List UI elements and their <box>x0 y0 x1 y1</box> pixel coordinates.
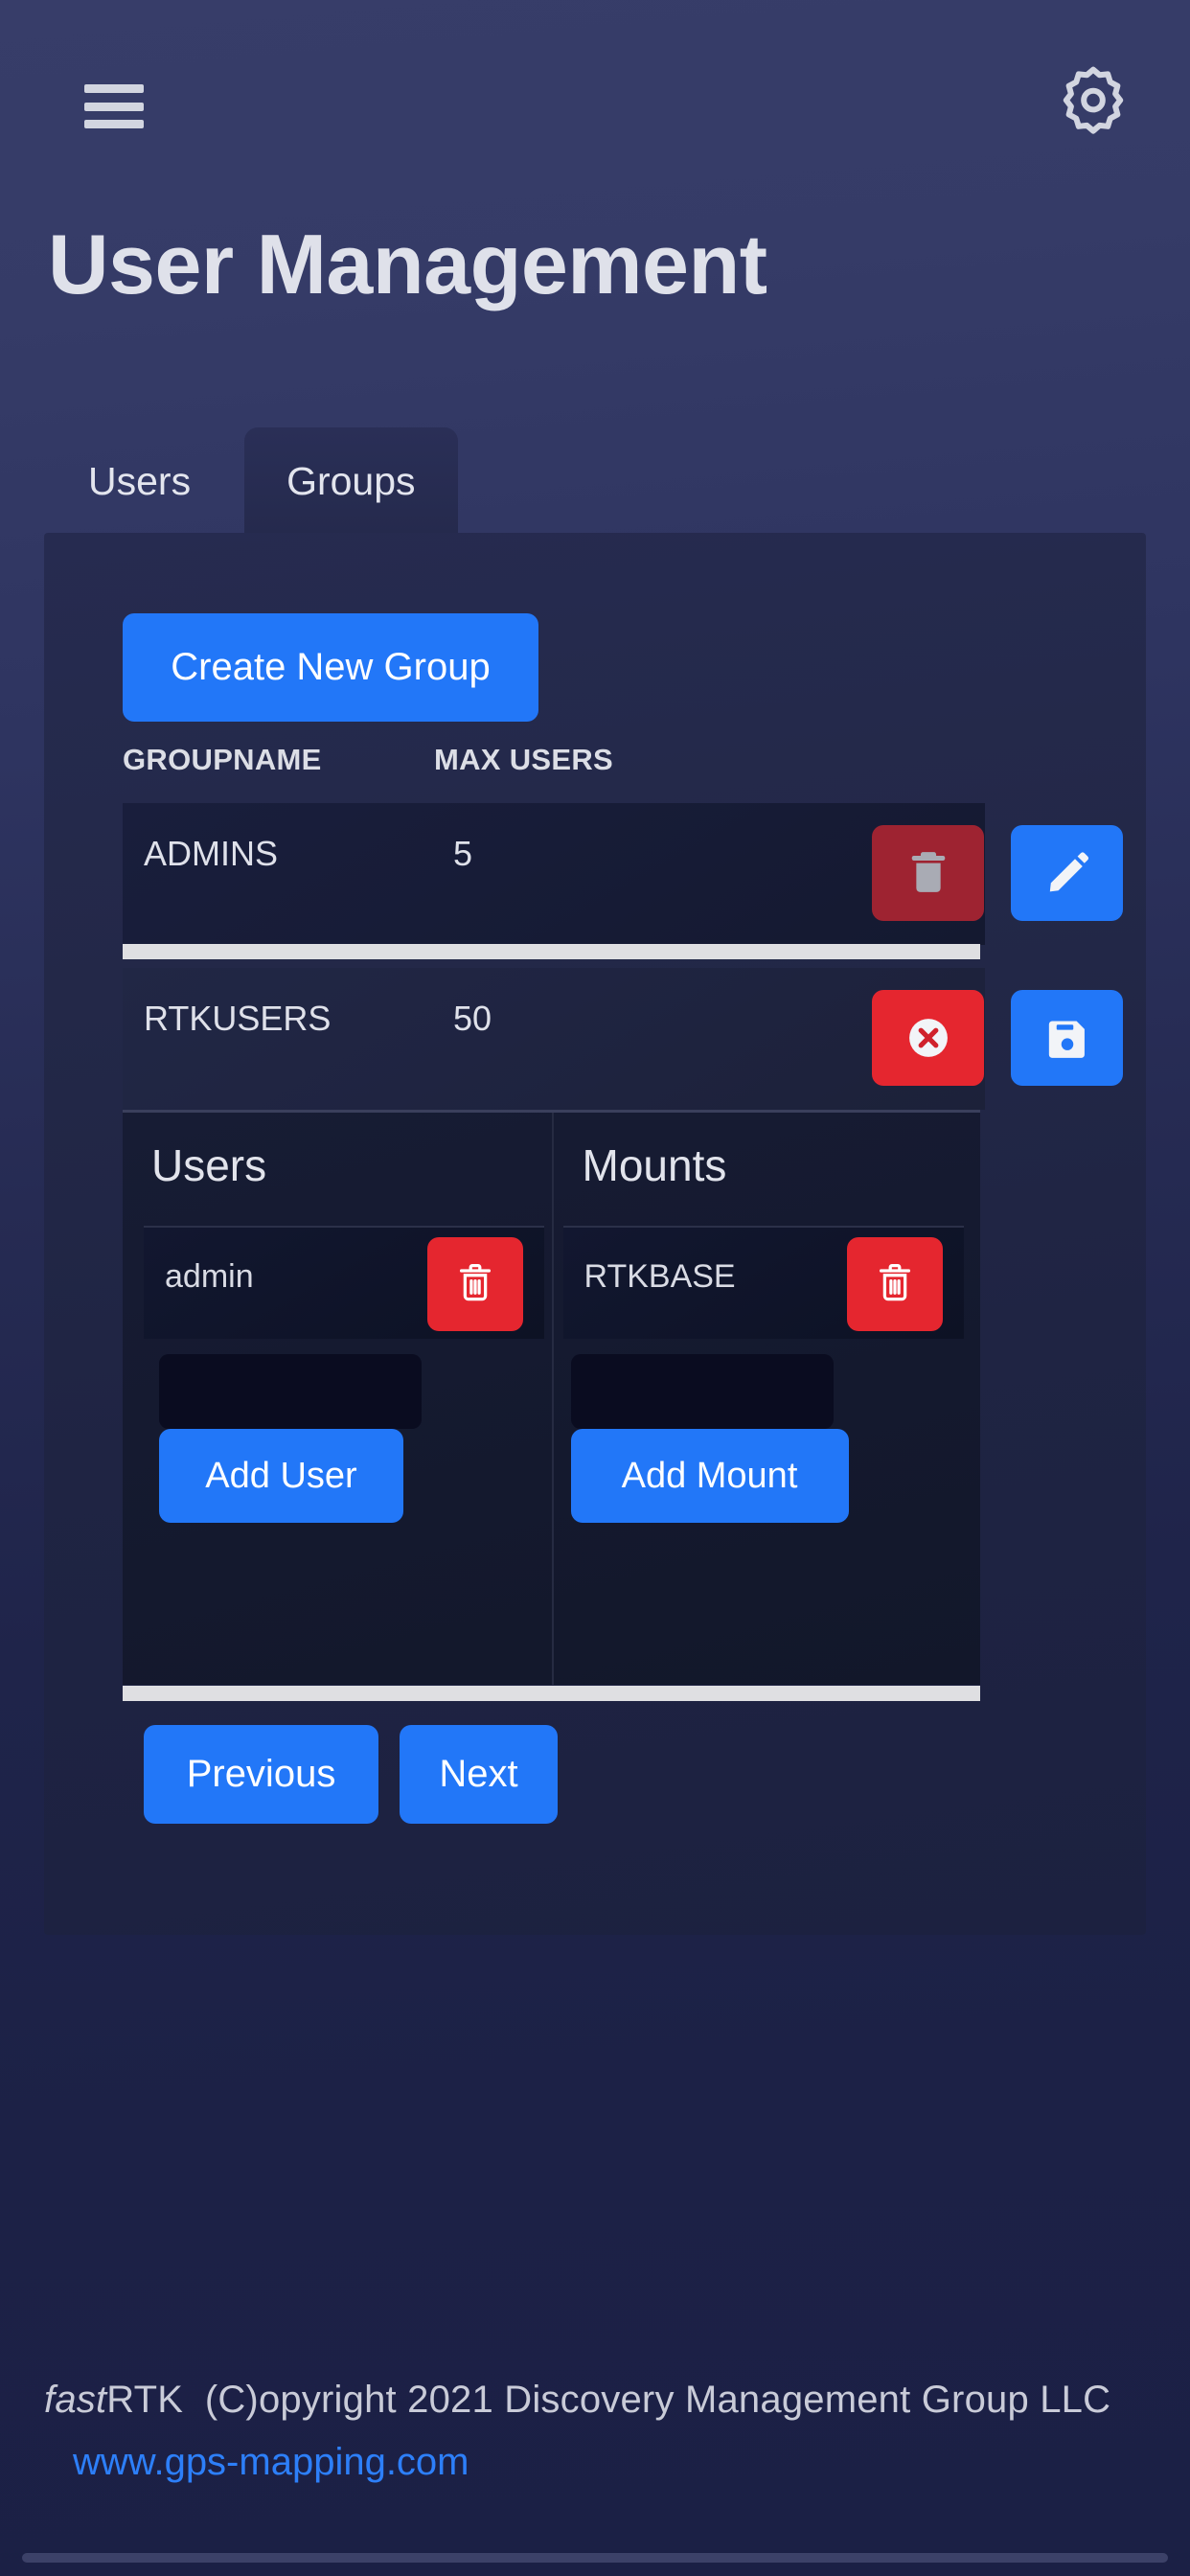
new-mount-input[interactable] <box>570 1354 834 1429</box>
delete-button[interactable] <box>872 825 984 921</box>
add-mount-button[interactable]: Add Mount <box>570 1429 849 1523</box>
x-circle-icon <box>904 1013 953 1063</box>
table-row[interactable]: RTKUSERS 50 <box>123 968 1123 1110</box>
row-actions <box>872 825 1123 921</box>
list-item[interactable]: RTKBASE <box>562 1226 964 1339</box>
footer: fastRTK (C)opyright 2021 Discovery Manag… <box>0 2379 1190 2484</box>
website-link[interactable]: www.gps-mapping.com <box>73 2441 469 2484</box>
trash-icon <box>875 1260 915 1309</box>
hamburger-bar <box>84 84 144 93</box>
previous-page-button[interactable]: Previous <box>144 1725 378 1824</box>
group-detail-panel: Users admin Add User Mounts RTKBASE Add … <box>123 1110 980 1685</box>
cell-groupname: RTKUSERS <box>144 999 332 1038</box>
page-title: User Management <box>48 217 767 311</box>
users-column-title: Users <box>151 1140 267 1190</box>
user-name: admin <box>165 1258 254 1295</box>
tab-groups[interactable]: Groups <box>244 427 458 534</box>
hamburger-icon[interactable] <box>84 84 144 128</box>
delete-user-button[interactable] <box>427 1237 523 1331</box>
mounts-column-title: Mounts <box>582 1140 727 1190</box>
copyright-text: (C)opyright 2021 Discovery Management Gr… <box>204 2379 1111 2421</box>
tab-bar: Users Groups <box>44 398 458 534</box>
users-column: Users admin Add User <box>123 1113 552 1685</box>
table-header: GROUPNAME MAX USERS <box>123 743 1081 777</box>
new-user-input[interactable] <box>159 1354 422 1429</box>
next-page-button[interactable]: Next <box>400 1725 558 1824</box>
cell-groupname: ADMINS <box>144 834 279 873</box>
mount-name: RTKBASE <box>584 1258 736 1295</box>
tab-label: Users <box>88 459 192 503</box>
top-bar <box>0 0 1190 199</box>
gear-icon[interactable] <box>1057 62 1130 135</box>
cell-max-users: 50 <box>453 999 492 1038</box>
tab-label: Groups <box>286 459 416 503</box>
edit-button[interactable] <box>1011 825 1123 921</box>
floppy-icon <box>1043 1014 1091 1062</box>
cell-max-users: 5 <box>453 834 473 873</box>
column-header-max-users: MAX USERS <box>434 743 614 776</box>
delete-mount-button[interactable] <box>846 1237 943 1331</box>
table-row[interactable]: ADMINS 5 <box>123 803 1123 945</box>
footer-copyright: fastRTK (C)opyright 2021 Discovery Manag… <box>44 2379 1146 2422</box>
trash-icon <box>906 847 950 899</box>
pagination: Previous Next <box>144 1725 558 1824</box>
hamburger-bar <box>84 120 144 128</box>
brand-fast: fast <box>44 2379 107 2421</box>
home-indicator <box>0 2545 1190 2576</box>
cancel-button[interactable] <box>872 990 984 1086</box>
mounts-column: Mounts RTKBASE Add Mount <box>551 1113 981 1685</box>
trash-icon <box>455 1260 495 1309</box>
save-button[interactable] <box>1011 990 1123 1086</box>
create-new-group-button[interactable]: Create New Group <box>123 613 538 722</box>
column-header-groupname: GROUPNAME <box>123 743 322 776</box>
row-divider <box>123 944 980 959</box>
tab-users[interactable]: Users <box>44 427 244 534</box>
panel-divider <box>123 1686 980 1701</box>
list-item[interactable]: admin <box>144 1226 544 1339</box>
add-user-button[interactable]: Add User <box>159 1429 403 1523</box>
pencil-icon <box>1044 850 1090 896</box>
app-root: User Management Users Groups Create New … <box>0 0 1190 2576</box>
row-actions <box>872 990 1123 1086</box>
brand-rtk: RTK <box>106 2379 184 2421</box>
hamburger-bar <box>84 102 144 111</box>
